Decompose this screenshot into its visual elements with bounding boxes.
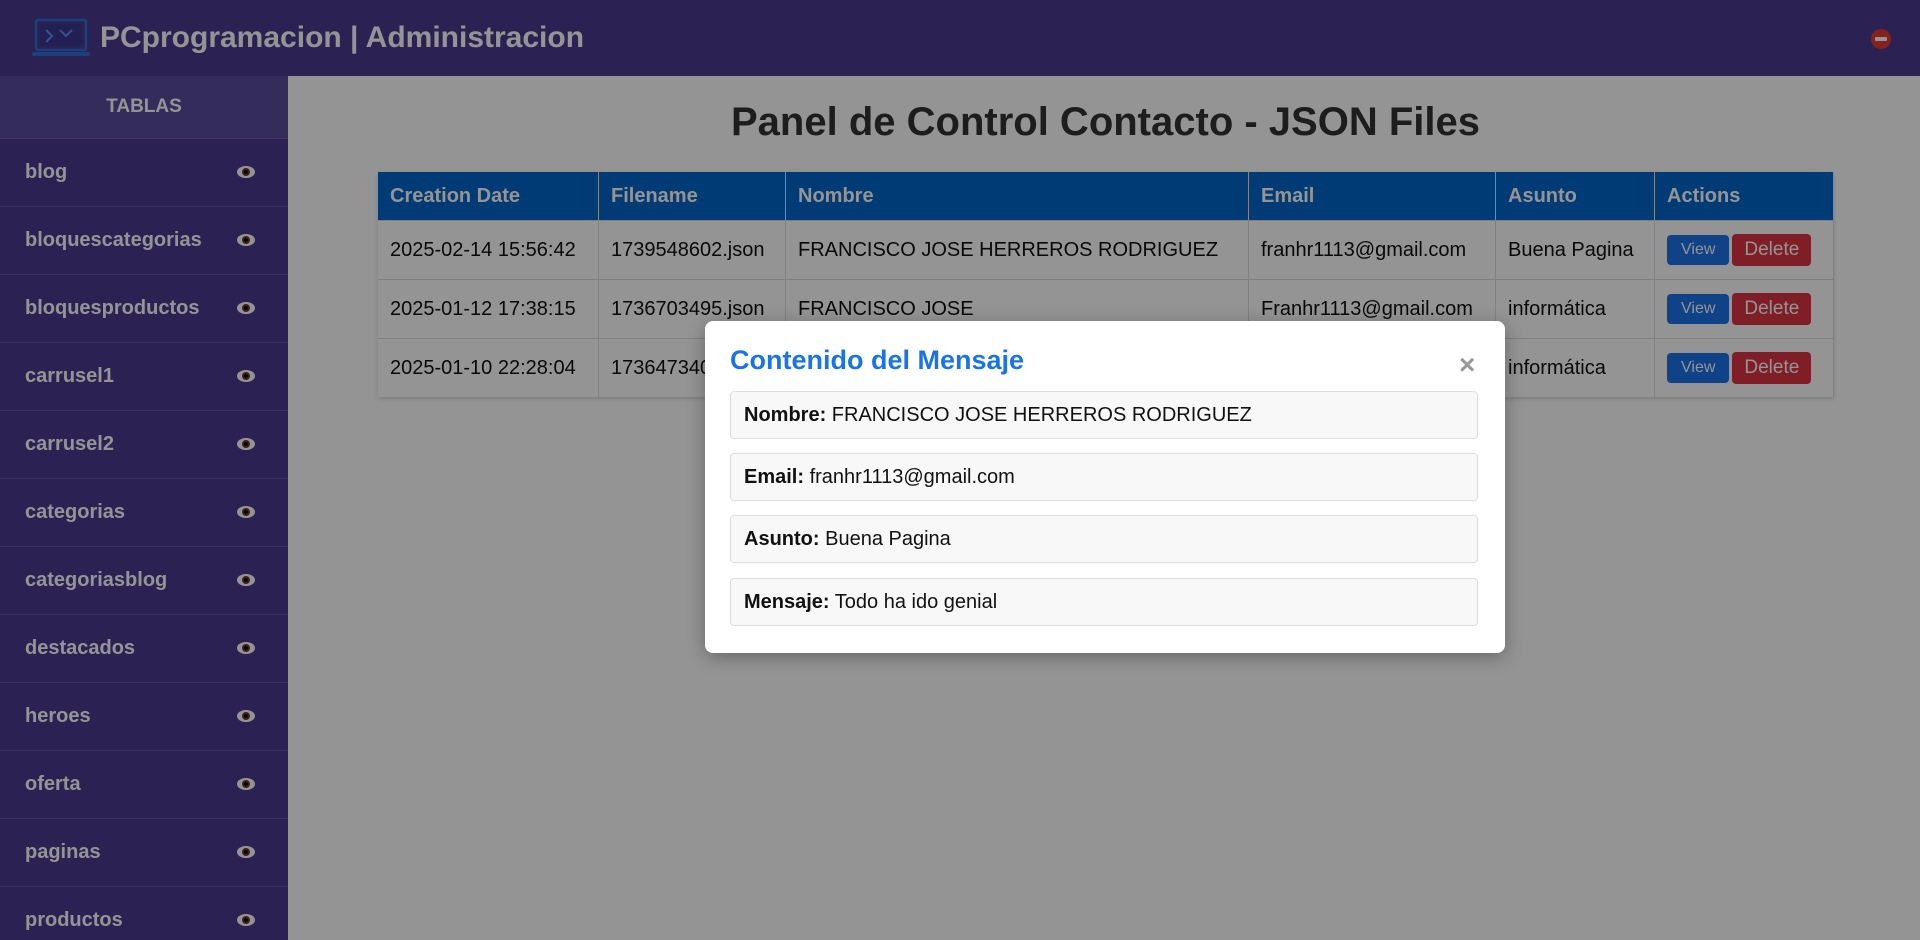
field-nombre: Nombre: FRANCISCO JOSE HERREROS RODRIGUE… — [730, 391, 1478, 439]
field-label: Mensaje: — [744, 591, 830, 613]
field-asunto: Asunto: Buena Pagina — [730, 515, 1478, 563]
field-label: Email: — [744, 466, 805, 488]
field-mensaje: Mensaje: Todo ha ido genial — [730, 578, 1478, 626]
field-label: Nombre: — [744, 404, 827, 426]
field-email: Email: franhr1113@gmail.com — [730, 453, 1478, 501]
field-value: franhr1113@gmail.com — [809, 466, 1015, 488]
field-label: Asunto: — [744, 528, 820, 550]
modal-title: Contenido del Mensaje — [730, 345, 1025, 375]
message-modal: Contenido del Mensaje × Nombre: FRANCISC… — [705, 321, 1505, 653]
field-value: FRANCISCO JOSE HERREROS RODRIGUEZ — [831, 404, 1252, 426]
field-value: Buena Pagina — [825, 528, 951, 550]
field-value: Todo ha ido genial — [834, 591, 998, 613]
close-icon[interactable]: × — [1459, 351, 1475, 379]
